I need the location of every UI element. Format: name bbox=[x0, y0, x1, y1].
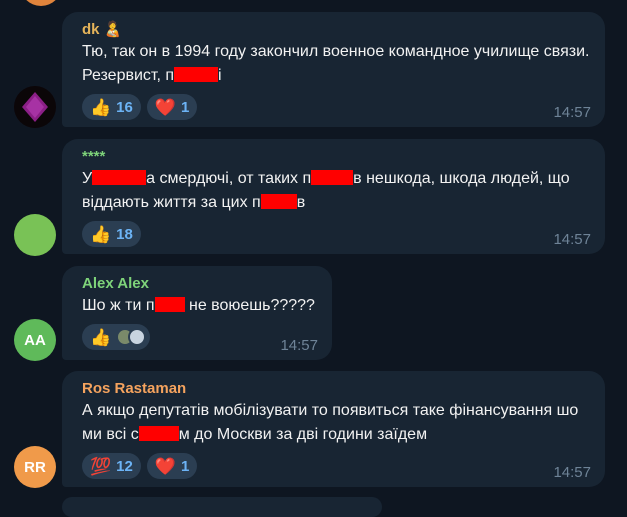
avatar-initials: AA bbox=[24, 331, 46, 349]
reaction-thumbs-up[interactable]: 👍 16 bbox=[82, 94, 141, 120]
reaction-count: 1 bbox=[181, 457, 190, 475]
message-bubble[interactable]: **** Уа смердючі, от таких пв нешкода, ш… bbox=[62, 139, 605, 254]
reaction-thumbs-up[interactable]: 👍 bbox=[82, 324, 151, 350]
message-text: Уа смердючі, от таких пв нешкода, шкода … bbox=[82, 170, 575, 211]
reactions-row: 👍 16 ❤️ 1 bbox=[82, 94, 593, 120]
diamond-avatar-icon bbox=[14, 86, 56, 128]
author-emoji-icon: 🧑‍🍼 bbox=[103, 21, 123, 38]
reaction-count: 1 bbox=[181, 98, 190, 116]
avatar[interactable] bbox=[14, 86, 56, 128]
author-name[interactable]: Alex Alex bbox=[82, 274, 320, 294]
avatar-initials: RR bbox=[24, 458, 46, 476]
thumbs-up-icon: 👍 bbox=[90, 224, 112, 244]
reaction-hundred[interactable]: 💯 12 bbox=[82, 453, 141, 479]
message-bubble[interactable]: dk 🧑‍🍼 Тю, так он в 1994 году закончил в… bbox=[62, 12, 605, 127]
message-text: Тю, так он в 1994 году закончил военное … bbox=[82, 43, 594, 84]
message-bubble[interactable]: Alex Alex Шо ж ти п не воюешь????? 👍 14:… bbox=[62, 266, 332, 360]
reactor-avatar bbox=[128, 328, 147, 346]
redaction-mark bbox=[138, 426, 179, 441]
message-time: 14:57 bbox=[553, 231, 591, 248]
reaction-heart[interactable]: ❤️ 1 bbox=[146, 94, 198, 120]
reaction-count: 12 bbox=[116, 457, 133, 475]
reaction-heart[interactable]: ❤️ 1 bbox=[146, 453, 198, 479]
heart-icon: ❤️ bbox=[154, 456, 177, 476]
thumbs-up-icon: 👍 bbox=[90, 327, 112, 347]
reactions-row: 👍 18 bbox=[82, 221, 593, 247]
redaction-mark bbox=[92, 170, 147, 185]
reaction-thumbs-up[interactable]: 👍 18 bbox=[82, 221, 141, 247]
redaction-mark bbox=[154, 297, 185, 312]
redaction-mark bbox=[311, 170, 354, 185]
avatar[interactable]: RR bbox=[14, 446, 56, 488]
message-time: 14:57 bbox=[553, 464, 591, 481]
redaction-mark bbox=[174, 67, 219, 82]
author-name[interactable]: Ros Rastaman bbox=[82, 379, 593, 399]
reaction-count: 16 bbox=[116, 98, 133, 116]
message-text: А якщо депутатів мобілізувати то появить… bbox=[82, 402, 583, 443]
message-text: Шо ж ти п не воюешь????? bbox=[82, 297, 315, 314]
avatar-partial-top bbox=[20, 0, 62, 6]
reactions-row: 💯 12 ❤️ 1 bbox=[82, 453, 593, 479]
avatar[interactable] bbox=[14, 214, 56, 256]
author-name[interactable]: dk 🧑‍🍼 bbox=[82, 20, 593, 40]
reaction-count: 18 bbox=[116, 225, 133, 243]
message-time: 14:57 bbox=[280, 337, 318, 354]
message-bubble[interactable]: Ros Rastaman А якщо депутатів мобілізува… bbox=[62, 371, 605, 487]
message-time: 14:57 bbox=[553, 104, 591, 121]
thumbs-up-icon: 👍 bbox=[90, 97, 112, 117]
redaction-mark bbox=[260, 194, 297, 209]
avatar[interactable]: AA bbox=[14, 319, 56, 361]
reactor-avatars bbox=[116, 328, 147, 346]
hundred-points-icon: 💯 bbox=[90, 456, 112, 476]
author-name[interactable]: **** bbox=[82, 147, 593, 167]
heart-icon: ❤️ bbox=[154, 97, 177, 117]
message-bubble-partial bbox=[62, 497, 382, 517]
